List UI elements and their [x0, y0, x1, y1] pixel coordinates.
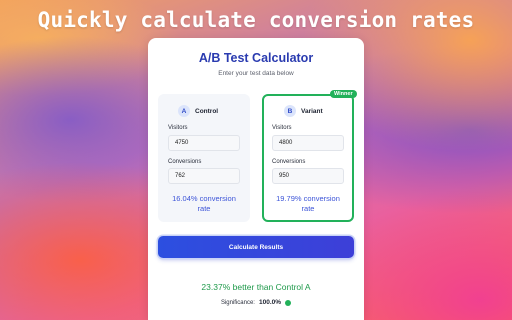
variant-rate-line1: 19.79% conversion: [276, 194, 340, 203]
variant-conversions-input[interactable]: 950: [272, 168, 344, 184]
control-conversions-label: Conversions: [168, 159, 202, 165]
headline: Quickly calculate conversion rates: [37, 8, 475, 32]
control-conversions-input[interactable]: 762: [168, 168, 240, 184]
control-rate-line2: rate: [197, 204, 211, 213]
significance-label: Significance:: [220, 299, 255, 306]
variant-visitors-label: Visitors: [272, 125, 292, 131]
calculator-title: A/B Test Calculator: [198, 51, 314, 65]
control-panel: A Control Visitors 4750 Conversions 762 …: [158, 94, 250, 222]
control-label: Control: [195, 107, 219, 115]
variant-inner: Winner B Variant Visitors 4800 Conversio…: [262, 90, 357, 222]
calculator-card: A/B Test Calculator Enter your test data…: [148, 38, 364, 320]
variant-conversions-label: Conversions: [272, 159, 306, 165]
variant-rate-line2: rate: [301, 204, 315, 213]
significance-value: 100.0%: [258, 299, 282, 306]
significance-row: Significance: 100.0%: [148, 299, 364, 306]
variant-header: B Variant: [284, 105, 323, 117]
control-header: A Control: [178, 105, 218, 117]
control-letter-badge: A: [178, 105, 190, 117]
calculator-subtitle: Enter your test data below: [218, 70, 294, 77]
variant-letter-badge: B: [284, 105, 296, 117]
calculate-results-button[interactable]: Calculate Results: [158, 236, 354, 258]
variant-label: Variant: [301, 107, 323, 115]
result-text: 23.37% better than Control A: [201, 282, 311, 292]
variant-visitors-input[interactable]: 4800: [272, 135, 344, 151]
control-visitors-label: Visitors: [168, 125, 188, 131]
control-visitors-input[interactable]: 4750: [168, 135, 240, 151]
variant-panel: Winner B Variant Visitors 4800 Conversio…: [262, 90, 357, 222]
control-rate-line1: 16.04% conversion: [172, 194, 236, 203]
status-dot-icon: [285, 299, 292, 306]
winner-badge: Winner: [330, 90, 357, 98]
